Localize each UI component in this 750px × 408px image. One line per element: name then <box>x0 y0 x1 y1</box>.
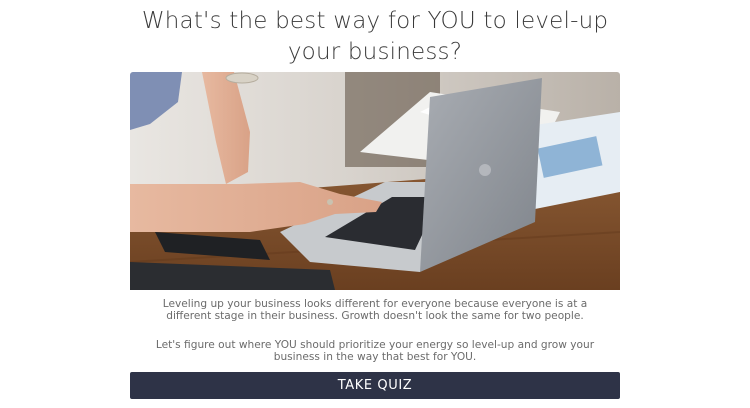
intro-paragraph: Leveling up your business looks differen… <box>162 298 588 322</box>
cta-paragraph: Let's figure out where YOU should priori… <box>155 339 595 363</box>
take-quiz-button[interactable]: TAKE QUIZ <box>130 372 620 399</box>
quiz-promo-page: What's the best way for YOU to level-up … <box>0 0 750 408</box>
page-title: What's the best way for YOU to level-up … <box>141 8 609 65</box>
hero-image <box>130 72 620 290</box>
